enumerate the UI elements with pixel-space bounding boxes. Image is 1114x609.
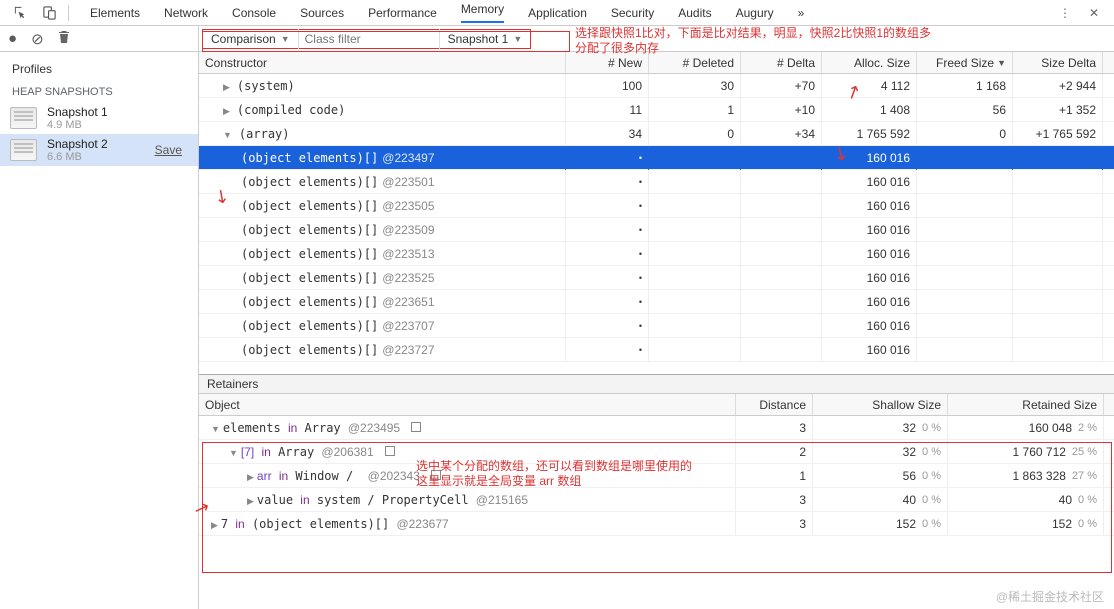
snapshot-item-1[interactable]: Snapshot 1 4.9 MB (0, 102, 198, 134)
table-row[interactable]: (object elements)[] @223501•160 016 (199, 170, 1114, 194)
inspect-icon[interactable] (6, 0, 34, 26)
tab-performance[interactable]: Performance (368, 6, 437, 20)
snapshot-icon (10, 139, 37, 161)
snapshot-name: Snapshot 1 (47, 105, 188, 119)
save-link[interactable]: Save (155, 143, 182, 157)
snapshot-icon (10, 107, 37, 129)
close-icon[interactable]: ✕ (1080, 0, 1108, 26)
annotation-box (202, 31, 570, 52)
device-icon[interactable] (35, 0, 63, 26)
col-constructor[interactable]: Constructor (199, 52, 566, 73)
table-row[interactable]: (object elements)[] @223525•160 016 (199, 266, 1114, 290)
tab-application[interactable]: Application (528, 6, 587, 20)
col-shallow[interactable]: Shallow Size (813, 394, 948, 415)
retainers-grid-header: Object Distance Shallow Size Retained Si… (199, 394, 1114, 416)
table-row[interactable]: (object elements)[] @223651•160 016 (199, 290, 1114, 314)
gc-icon[interactable] (58, 30, 70, 47)
snapshot-size: 6.6 MB (47, 151, 145, 163)
table-row[interactable]: (object elements)[] @223513•160 016 (199, 242, 1114, 266)
sidebar-tools: ● ⊘ (0, 26, 198, 52)
kebab-menu-icon[interactable]: ⋮ (1051, 0, 1079, 26)
table-row[interactable]: (object elements)[] @223707•160 016 (199, 314, 1114, 338)
tab-audits[interactable]: Audits (678, 6, 711, 20)
annotation-box (202, 442, 1112, 573)
tab-memory[interactable]: Memory (461, 2, 504, 23)
table-row[interactable]: (compiled code)111+101 40856+1 352 (199, 98, 1114, 122)
watermark: @稀土掘金技术社区 (996, 588, 1104, 605)
table-row[interactable]: (object elements)[] @223509•160 016 (199, 218, 1114, 242)
comparison-grid-header: Constructor # New # Deleted # Delta Allo… (199, 52, 1114, 74)
tab-sources[interactable]: Sources (300, 6, 344, 20)
annotation-text: 选择跟快照1比对，下面是比对结果，明显，快照2比快照1的数组多 (575, 26, 931, 40)
col-delta[interactable]: # Delta (741, 52, 822, 73)
table-row[interactable]: (system)10030+704 1121 168+2 944 (199, 74, 1114, 98)
col-retained[interactable]: Retained Size (948, 394, 1104, 415)
col-size-delta[interactable]: Size Delta (1013, 52, 1103, 73)
tab-console[interactable]: Console (232, 6, 276, 20)
col-freed-size[interactable]: Freed Size▼ (917, 52, 1013, 73)
tab-security[interactable]: Security (611, 6, 654, 20)
main-tabs: Elements Network Console Sources Perform… (90, 0, 1050, 26)
tab-augury[interactable]: Augury (736, 6, 774, 20)
col-alloc-size[interactable]: Alloc. Size (822, 52, 917, 73)
tab-network[interactable]: Network (164, 6, 208, 20)
snapshot-size: 4.9 MB (47, 119, 188, 131)
table-row[interactable]: (object elements)[] @223497•160 016 (199, 146, 1114, 170)
devtools-toolbar: Elements Network Console Sources Perform… (0, 0, 1114, 26)
col-object[interactable]: Object (199, 394, 736, 415)
retainers-header: Retainers (199, 374, 1114, 394)
heap-snapshots-section: HEAP SNAPSHOTS (0, 80, 198, 102)
profiles-sidebar: ● ⊘ Profiles HEAP SNAPSHOTS Snapshot 1 4… (0, 26, 199, 609)
col-deleted[interactable]: # Deleted (649, 52, 741, 73)
comparison-grid-body[interactable]: (system)10030+704 1121 168+2 944(compile… (199, 74, 1114, 374)
record-icon[interactable]: ● (8, 30, 17, 47)
divider (68, 5, 69, 21)
col-new[interactable]: # New (566, 52, 649, 73)
tabs-overflow[interactable]: » (798, 6, 805, 20)
table-row[interactable]: elements in Array @223495 3320 %160 0482… (199, 416, 1114, 440)
clear-icon[interactable]: ⊘ (31, 30, 44, 48)
snapshot-item-2[interactable]: Snapshot 2 6.6 MB Save (0, 134, 198, 166)
col-distance[interactable]: Distance (736, 394, 813, 415)
tab-elements[interactable]: Elements (90, 6, 140, 20)
table-row[interactable]: (object elements)[] @223727•160 016 (199, 338, 1114, 362)
table-row[interactable]: (array)340+341 765 5920+1 765 592 (199, 122, 1114, 146)
profiles-header: Profiles (0, 52, 198, 80)
snapshot-name: Snapshot 2 (47, 137, 145, 151)
table-row[interactable]: (object elements)[] @223505•160 016 (199, 194, 1114, 218)
